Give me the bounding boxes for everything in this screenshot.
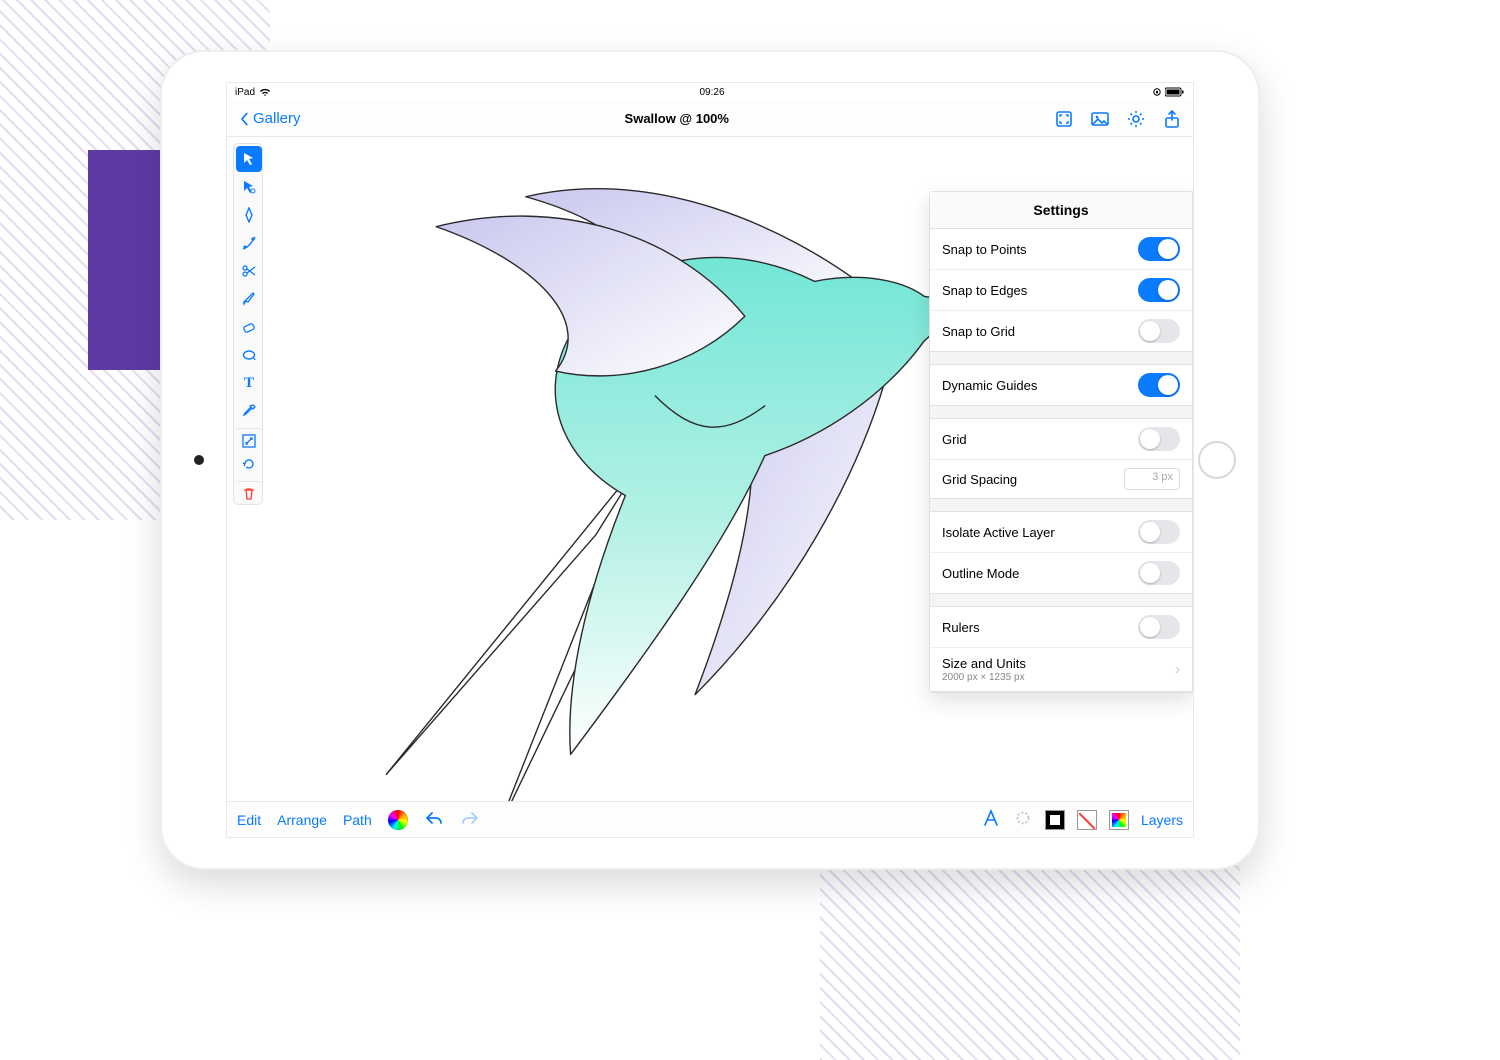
toggle[interactable] — [1138, 520, 1180, 544]
settings-title: Settings — [930, 192, 1192, 229]
ipad-home-button[interactable] — [1198, 441, 1236, 479]
share-button[interactable] — [1161, 108, 1183, 130]
settings-row-label: Snap to Edges — [942, 283, 1027, 298]
shadow-button[interactable] — [1013, 808, 1033, 831]
edit-menu-button[interactable]: Edit — [237, 812, 261, 828]
redo-button[interactable] — [460, 810, 480, 829]
settings-row-dynamic-guides[interactable]: Dynamic Guides — [930, 365, 1192, 405]
settings-row-snap-to-edges[interactable]: Snap to Edges — [930, 269, 1192, 310]
settings-row-snap-to-grid[interactable]: Snap to Grid — [930, 310, 1192, 351]
settings-row-label: Rulers — [942, 620, 980, 635]
layers-button[interactable]: Layers — [1141, 812, 1183, 828]
swap-swatch[interactable] — [1109, 810, 1129, 830]
settings-popover: Settings Snap to Points Snap to Edges Snap… — [929, 191, 1193, 693]
battery-icon — [1165, 87, 1185, 97]
settings-row-label: Snap to Grid — [942, 324, 1015, 339]
app-screen: iPad 09:26 Gallery Swallow @ 100% — [226, 82, 1194, 838]
toggle[interactable] — [1138, 615, 1180, 639]
undo-icon — [424, 810, 444, 826]
settings-row-size-and-units[interactable]: Size and Units2000 px × 1235 px › — [930, 647, 1192, 691]
settings-row-outline-mode[interactable]: Outline Mode — [930, 552, 1192, 593]
settings-row-snap-to-points[interactable]: Snap to Points — [930, 229, 1192, 269]
status-time: 09:26 — [699, 87, 724, 98]
status-device-label: iPad — [235, 87, 255, 98]
ipad-frame: iPad 09:26 Gallery Swallow @ 100% — [160, 50, 1260, 870]
path-menu-button[interactable]: Path — [343, 812, 372, 828]
share-icon — [1162, 109, 1182, 129]
text-a-icon — [981, 808, 1001, 828]
document-title: Swallow @ 100% — [625, 111, 729, 126]
fullscreen-icon — [1054, 109, 1074, 129]
image-button[interactable] — [1089, 108, 1111, 130]
settings-row-rulers[interactable]: Rulers — [930, 607, 1192, 647]
toggle[interactable] — [1138, 319, 1180, 343]
chevron-left-icon — [237, 112, 251, 126]
shadow-icon — [1013, 808, 1033, 828]
value-field[interactable]: 3 px — [1124, 468, 1180, 490]
toggle[interactable] — [1138, 427, 1180, 451]
settings-row-label: Grid — [942, 432, 967, 447]
settings-row-label: Outline Mode — [942, 566, 1019, 581]
settings-row-label: Size and Units2000 px × 1235 px — [942, 656, 1026, 683]
ipad-camera — [194, 455, 204, 465]
settings-row-isolate-active-layer[interactable]: Isolate Active Layer — [930, 512, 1192, 552]
settings-row-grid[interactable]: Grid — [930, 419, 1192, 459]
arrange-menu-button[interactable]: Arrange — [277, 812, 327, 828]
settings-row-label: Isolate Active Layer — [942, 525, 1055, 540]
app-bottombar: Edit Arrange Path Layers — [227, 801, 1193, 837]
settings-button[interactable] — [1125, 108, 1147, 130]
gear-icon — [1126, 109, 1146, 129]
app-topbar: Gallery Swallow @ 100% — [227, 101, 1193, 137]
settings-row-grid-spacing: Grid Spacing 3 px — [930, 459, 1192, 498]
toggle[interactable] — [1138, 561, 1180, 585]
wifi-icon — [259, 87, 271, 97]
fullscreen-button[interactable] — [1053, 108, 1075, 130]
toggle[interactable] — [1138, 373, 1180, 397]
undo-button[interactable] — [424, 810, 444, 829]
toggle[interactable] — [1138, 278, 1180, 302]
settings-row-label: Grid Spacing — [942, 472, 1017, 487]
settings-row-label: Dynamic Guides — [942, 378, 1037, 393]
image-icon — [1090, 109, 1110, 129]
ios-status-bar: iPad 09:26 — [227, 83, 1193, 101]
color-wheel-button[interactable] — [388, 810, 408, 830]
stroke-swatch[interactable] — [1077, 810, 1097, 830]
fill-swatch[interactable] — [1045, 810, 1065, 830]
orientation-lock-icon — [1153, 87, 1161, 97]
back-to-gallery-button[interactable]: Gallery — [237, 110, 301, 127]
back-label: Gallery — [253, 110, 301, 127]
chevron-right-icon: › — [1175, 661, 1180, 678]
redo-icon — [460, 810, 480, 826]
settings-row-label: Snap to Points — [942, 242, 1027, 257]
toggle[interactable] — [1138, 237, 1180, 261]
canvas-area[interactable]: T — [227, 137, 1193, 801]
text-style-button[interactable] — [981, 808, 1001, 831]
